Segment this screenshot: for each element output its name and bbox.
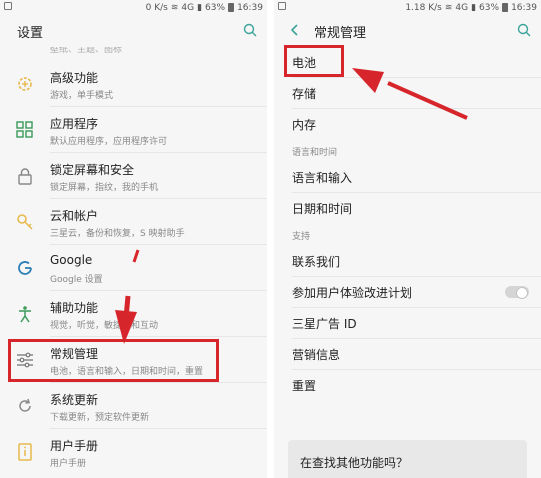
menu-item-ux-program[interactable]: 参加用户体验改进计划 (274, 277, 541, 308)
menu-item-language-input[interactable]: 语言和输入 (274, 162, 541, 193)
menu-item-ad-id[interactable]: 三星广告 ID (274, 308, 541, 339)
network-speed: 1.18 K/s (405, 2, 442, 13)
gear-plus-icon (18, 77, 32, 91)
highlight-box-general-management (8, 339, 219, 382)
battery-percent: 63% (479, 2, 500, 13)
status-bar: 1.18 K/s ≋ 4G ▮ 63% 16:39 (274, 0, 541, 15)
item-label: 锁定屏幕和安全 (50, 163, 135, 177)
battery-icon (502, 3, 509, 12)
item-label: 内存 (292, 118, 317, 132)
looking-for-other-features-card[interactable]: 在查找其他功能吗？ (288, 440, 527, 478)
settings-item-system-update[interactable]: 系统更新 下载更新，预定软件更新 (0, 383, 267, 429)
settings-item-apps[interactable]: 应用程序 默认应用程序，应用程序许可 (0, 107, 267, 153)
signal-type: 4G (181, 2, 195, 13)
section-header-language-time: 语言和时间 (292, 147, 338, 158)
signal-type: 4G (455, 2, 469, 13)
item-subtitle: 三星云，备份和恢复，S 映射助手 (50, 229, 185, 239)
notification-icon (4, 2, 12, 10)
settings-item-lock-security[interactable]: 锁定屏幕和安全 锁定屏幕，指纹，我的手机 (0, 153, 267, 199)
manual-icon (18, 443, 32, 461)
lock-icon (18, 168, 32, 185)
key-icon (17, 214, 33, 230)
item-subtitle: 默认应用程序，应用程序许可 (50, 137, 168, 147)
update-icon (19, 398, 31, 412)
menu-item-storage[interactable]: 存储 (274, 78, 541, 109)
partial-item-subtitle: 壁纸、主题、图标 (50, 47, 123, 55)
general-management-screen: 1.18 K/s ≋ 4G ▮ 63% 16:39 常规管理 电池 存储 内存 … (274, 0, 541, 478)
item-label: 系统更新 (50, 393, 99, 407)
apps-icon (16, 121, 33, 138)
item-label: 营销信息 (292, 348, 341, 362)
item-subtitle: 视觉，听觉，敏捷度和互动 (50, 321, 159, 331)
item-subtitle: Google 设置 (50, 275, 103, 285)
page-title: 设置 (17, 25, 44, 41)
back-arrow-icon[interactable] (289, 24, 301, 36)
item-subtitle: 用户手册 (50, 459, 87, 469)
item-label: 日期和时间 (292, 202, 353, 216)
section-header-support: 支持 (292, 231, 311, 242)
search-icon[interactable] (243, 23, 257, 37)
item-label: 用户手册 (50, 439, 99, 453)
clock: 16:39 (237, 2, 263, 13)
item-label: Google (50, 253, 93, 267)
item-label: 参加用户体验改进计划 (292, 286, 413, 300)
item-subtitle: 锁定屏幕，指纹，我的手机 (50, 183, 159, 193)
menu-item-marketing[interactable]: 营销信息 (274, 339, 541, 370)
status-bar: 0 K/s ≋ 4G ▮ 63% 16:39 (0, 0, 267, 15)
signal-icon: ▮ (471, 2, 477, 13)
menu-item-date-time[interactable]: 日期和时间 (274, 193, 541, 224)
item-label: 高级功能 (50, 71, 99, 85)
ux-program-toggle[interactable] (505, 286, 529, 299)
google-icon (18, 261, 32, 275)
page-title: 常规管理 (314, 25, 367, 41)
notification-icon (278, 2, 286, 10)
item-label: 联系我们 (292, 255, 341, 269)
signal-icon: ▮ (197, 2, 203, 13)
menu-item-reset[interactable]: 重置 (274, 370, 541, 401)
item-label: 应用程序 (50, 117, 99, 131)
accessibility-icon (19, 306, 31, 323)
network-speed: 0 K/s (145, 2, 168, 13)
settings-item-advanced[interactable]: 高级功能 游戏，单手模式 (0, 61, 267, 107)
app-bar: 设置 (0, 15, 267, 47)
item-label: 三星广告 ID (292, 317, 357, 331)
item-subtitle: 下载更新，预定软件更新 (50, 413, 150, 423)
item-label: 存储 (292, 87, 317, 101)
clock: 16:39 (511, 2, 537, 13)
wifi-icon: ≋ (444, 2, 453, 13)
item-label: 语言和输入 (292, 171, 353, 185)
item-label: 重置 (292, 379, 317, 393)
card-label: 在查找其他功能吗？ (300, 456, 409, 470)
item-subtitle: 游戏，单手模式 (50, 91, 114, 101)
settings-item-accessibility[interactable]: 辅助功能 视觉，听觉，敏捷度和互动 (0, 291, 267, 337)
item-label: 辅助功能 (50, 301, 99, 315)
wifi-icon: ≋ (170, 2, 179, 13)
battery-icon (228, 3, 235, 12)
settings-item-cloud-accounts[interactable]: 云和帐户 三星云，备份和恢复，S 映射助手 (0, 199, 267, 245)
highlight-box-battery (284, 45, 344, 77)
settings-item-google[interactable]: Google Google 设置 (0, 245, 267, 291)
menu-item-memory[interactable]: 内存 (274, 109, 541, 140)
settings-item-user-manual[interactable]: 用户手册 用户手册 (0, 429, 267, 475)
settings-screen: 0 K/s ≋ 4G ▮ 63% 16:39 设置 壁纸、主题、图标 高级功能 … (0, 0, 267, 478)
battery-percent: 63% (205, 2, 226, 13)
search-icon[interactable] (517, 23, 531, 37)
menu-item-contact-us[interactable]: 联系我们 (274, 246, 541, 277)
app-bar: 常规管理 (274, 15, 541, 47)
item-label: 云和帐户 (50, 209, 99, 223)
